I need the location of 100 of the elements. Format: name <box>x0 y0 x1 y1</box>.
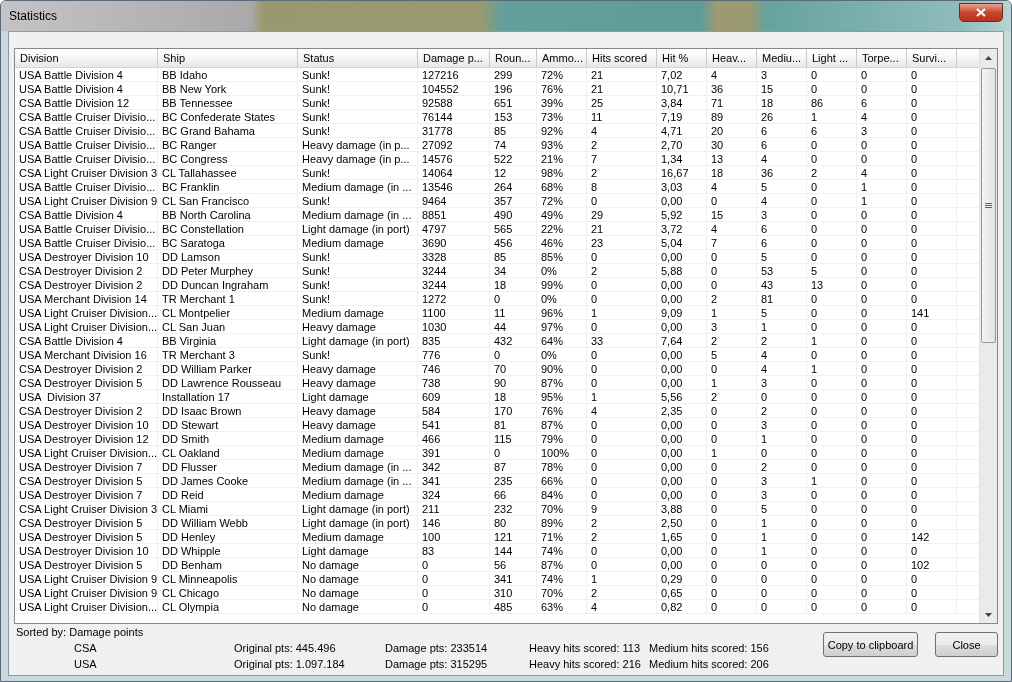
table-cell: 83 <box>418 544 490 558</box>
table-cell: USA Light Cruiser Division 9 <box>15 572 158 586</box>
table-cell: Sunk! <box>298 250 418 264</box>
column-header[interactable]: Status <box>298 49 418 67</box>
table-cell: 835 <box>418 334 490 348</box>
table-cell: 4 <box>707 68 757 82</box>
table-cell: 0 <box>857 320 907 334</box>
table-cell: USA Destroyer Division 5 <box>15 530 158 544</box>
column-header[interactable]: Roun... <box>490 49 537 67</box>
column-header[interactable]: Mediu... <box>757 49 807 67</box>
table-cell: 4 <box>757 362 807 376</box>
table-cell: 5 <box>757 306 807 320</box>
table-cell: 0% <box>537 264 587 278</box>
column-header[interactable]: Division <box>15 49 158 67</box>
table-cell: 53 <box>757 264 807 278</box>
table-cell: 0 <box>857 502 907 516</box>
close-button[interactable] <box>959 2 1003 22</box>
column-header[interactable]: Ammo... <box>537 49 587 67</box>
table-cell: 0 <box>807 152 857 166</box>
table-cell: 1 <box>857 180 907 194</box>
table-cell: CSA Destroyer Division 2 <box>15 404 158 418</box>
table-cell: 651 <box>490 96 537 110</box>
table-cell: 0 <box>757 586 807 600</box>
table-cell: CSA Destroyer Division 5 <box>15 376 158 390</box>
table-cell: 0 <box>807 600 857 614</box>
table-cell: 0 <box>418 586 490 600</box>
column-header[interactable]: Light ... <box>807 49 857 67</box>
table-cell: 0 <box>907 586 957 600</box>
table-cell: 5,92 <box>657 208 707 222</box>
table-cell: 0 <box>587 320 657 334</box>
table-cell: DD Reid <box>158 488 298 502</box>
table-cell: 72% <box>537 194 587 208</box>
table-cell: 144 <box>490 544 537 558</box>
table-cell: 2 <box>587 138 657 152</box>
table-cell: 44 <box>490 320 537 334</box>
table-cell: CSA Destroyer Division 2 <box>15 278 158 292</box>
copy-button[interactable]: Copy to clipboard <box>823 632 918 657</box>
column-header[interactable]: Damage p... <box>418 49 490 67</box>
table-cell: 9464 <box>418 194 490 208</box>
table-cell: 4 <box>857 166 907 180</box>
table-cell: Medium damage <box>298 306 418 320</box>
table-cell: 15 <box>757 82 807 96</box>
close-dialog-button[interactable]: Close <box>935 632 998 657</box>
table-cell: 0 <box>857 306 907 320</box>
table-cell: BB North Carolina <box>158 208 298 222</box>
table-cell: DD Lamson <box>158 250 298 264</box>
table-cell: 0 <box>907 180 957 194</box>
table-cell: 0 <box>587 250 657 264</box>
table-cell: 4 <box>707 180 757 194</box>
table-cell: USA Light Cruiser Division... <box>15 446 158 460</box>
table-cell: 0 <box>707 586 757 600</box>
table-cell: BB Idaho <box>158 68 298 82</box>
table-cell: 74 <box>490 138 537 152</box>
table-cell: BC Confederate States <box>158 110 298 124</box>
column-header[interactable]: Hit % <box>657 49 707 67</box>
table-cell: 3 <box>857 124 907 138</box>
table-cell: 115 <box>490 432 537 446</box>
table-cell: 4 <box>757 348 807 362</box>
window-title: Statistics <box>9 9 58 23</box>
table-cell: 27092 <box>418 138 490 152</box>
table-cell: 391 <box>418 446 490 460</box>
table-cell: CSA Destroyer Division 2 <box>15 264 158 278</box>
table-cell: TR Merchant 1 <box>158 292 298 306</box>
table-cell: Sunk! <box>298 96 418 110</box>
table-cell: 0 <box>857 208 907 222</box>
table-cell: 104552 <box>418 82 490 96</box>
table-cell: 0 <box>757 572 807 586</box>
table-cell: 0 <box>907 292 957 306</box>
table-cell: 9 <box>587 502 657 516</box>
column-header[interactable]: Ship <box>158 49 298 67</box>
table-cell: 3 <box>757 474 807 488</box>
table-cell: 3244 <box>418 264 490 278</box>
table-cell: 0 <box>587 460 657 474</box>
table-cell: 0 <box>707 488 757 502</box>
table-cell: 232 <box>490 502 537 516</box>
table-cell: Light damage <box>298 544 418 558</box>
table-cell: 87 <box>490 460 537 474</box>
side-label: USA <box>74 657 98 672</box>
table-cell: 1 <box>757 432 807 446</box>
table-cell: Sunk! <box>298 82 418 96</box>
column-header[interactable]: Survi... <box>907 49 957 67</box>
table-cell: USA Light Cruiser Division... <box>15 600 158 614</box>
table-cell: 0 <box>857 348 907 362</box>
table-cell: 1 <box>807 362 857 376</box>
scrollbar[interactable] <box>979 49 997 623</box>
scroll-thumb[interactable] <box>981 68 996 343</box>
table-cell: USA Battle Cruiser Divisio... <box>15 138 158 152</box>
table-cell: 0 <box>807 208 857 222</box>
table-cell: 87% <box>537 418 587 432</box>
table-cell: 1,65 <box>657 530 707 544</box>
table-cell: Heavy damage <box>298 418 418 432</box>
table-cell: 4,71 <box>657 124 707 138</box>
table-cell: 0 <box>707 460 757 474</box>
table-cell: 68% <box>537 180 587 194</box>
column-header[interactable]: Hits scored <box>587 49 657 67</box>
column-header[interactable]: Torpe... <box>857 49 907 67</box>
table-cell: 0 <box>907 110 957 124</box>
table-cell: 0 <box>857 292 907 306</box>
table-cell: 0 <box>907 348 957 362</box>
column-header[interactable]: Heav... <box>707 49 757 67</box>
